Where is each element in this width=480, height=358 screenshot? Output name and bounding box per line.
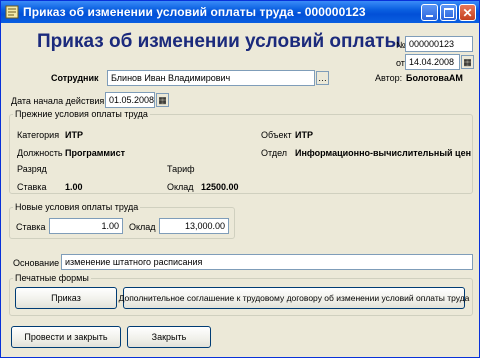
employee-label: Сотрудник — [51, 73, 99, 83]
author-value: БолотоваАМ — [406, 73, 463, 83]
minimize-icon[interactable] — [421, 4, 438, 21]
salary-label: Оклад — [167, 182, 194, 192]
author-label: Автор: — [375, 73, 403, 83]
grade-label: Разряд — [17, 164, 47, 174]
new-rate-field[interactable]: 1.00 — [49, 218, 123, 234]
post-and-close-button[interactable]: Провести и закрыть — [11, 326, 121, 348]
position-value: Программист — [65, 148, 125, 158]
close-icon[interactable]: ✕ — [459, 4, 476, 21]
employee-field[interactable]: Блинов Иван Владимирович — [107, 70, 315, 86]
number-field[interactable]: 000000123 — [405, 36, 473, 52]
rate-value: 1.00 — [65, 182, 83, 192]
basis-field[interactable]: изменение штатного расписания — [61, 254, 473, 270]
new-conditions-title: Новые условия оплаты труда — [13, 202, 141, 212]
window-title: Приказ об изменении условий оплаты труда… — [23, 5, 366, 19]
app-icon — [5, 5, 19, 19]
tariff-label: Тариф — [167, 164, 195, 174]
new-salary-field[interactable]: 13,000.00 — [159, 218, 229, 234]
title-bar[interactable]: Приказ об изменении условий оплаты труда… — [1, 1, 479, 23]
previous-conditions-title: Прежние условия оплаты труда — [13, 109, 150, 119]
category-value: ИТР — [65, 130, 83, 140]
document-window: Приказ об изменении условий оплаты труда… — [0, 0, 480, 358]
print-order-button[interactable]: Приказ — [15, 287, 117, 309]
ellipsis-icon[interactable]: … — [316, 71, 329, 85]
new-salary-label: Оклад — [129, 222, 156, 232]
salary-value: 12500.00 — [201, 182, 239, 192]
position-label: Должность — [17, 148, 63, 158]
start-date-label: Дата начала действия — [11, 96, 105, 106]
start-date-field[interactable]: 01.05.2008 — [105, 92, 155, 108]
print-agreement-button[interactable]: Дополнительное соглашение к трудовому до… — [119, 287, 469, 309]
calendar-icon[interactable]: ▦ — [461, 55, 474, 69]
maximize-icon[interactable] — [440, 4, 457, 21]
department-value: Информационно-вычислительный цен — [295, 148, 472, 158]
category-label: Категория — [17, 130, 60, 140]
date-label: от — [396, 58, 405, 68]
calendar-icon[interactable]: ▦ — [156, 93, 169, 107]
object-value: ИТР — [295, 130, 313, 140]
rate-label: Ставка — [17, 182, 47, 192]
new-rate-label: Ставка — [16, 222, 46, 232]
basis-label: Основание — [13, 258, 60, 268]
close-button[interactable]: Закрыть — [127, 326, 211, 348]
date-field[interactable]: 14.04.2008 — [405, 54, 460, 70]
print-forms-title: Печатные формы — [13, 273, 91, 283]
department-label: Отдел — [261, 148, 288, 158]
object-label: Объект — [261, 130, 292, 140]
